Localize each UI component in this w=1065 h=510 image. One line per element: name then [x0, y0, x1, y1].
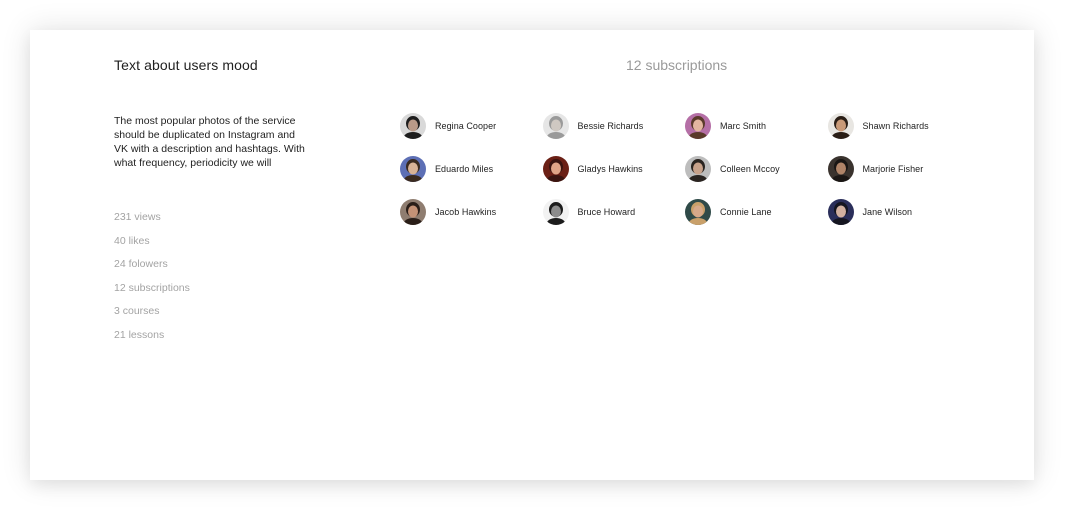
user-name[interactable]: Eduardo Miles [435, 164, 493, 174]
mood-title: Text about users mood [114, 57, 258, 73]
user-item[interactable]: Shawn Richards [827, 113, 971, 139]
user-item[interactable]: Eduardo Miles [400, 156, 543, 182]
avatar-image [827, 156, 854, 182]
user-item[interactable]: Marjorie Fisher [827, 156, 971, 182]
avatar[interactable] [827, 199, 854, 225]
avatar[interactable] [685, 156, 711, 182]
user-name[interactable]: Gladys Hawkins [578, 164, 643, 174]
avatar[interactable] [400, 113, 426, 139]
user-name[interactable]: Bruce Howard [578, 207, 636, 217]
avatar-image [542, 113, 569, 139]
user-name[interactable]: Shawn Richards [863, 121, 929, 131]
user-item[interactable]: Gladys Hawkins [542, 156, 686, 182]
avatar-image [827, 199, 854, 225]
user-item[interactable]: Jane Wilson [827, 199, 971, 225]
avatar-image [542, 156, 569, 182]
avatar[interactable] [827, 156, 854, 182]
subscriptions-title: 12 subscriptions [626, 57, 728, 73]
user-name[interactable]: Marjorie Fisher [863, 164, 924, 174]
user-item[interactable]: Bessie Richards [542, 113, 686, 139]
user-item[interactable]: Jacob Hawkins [400, 199, 543, 225]
user-name[interactable]: Connie Lane [720, 207, 772, 217]
user-item[interactable]: Marc Smith [685, 113, 828, 139]
avatar-image [685, 113, 711, 139]
user-item[interactable]: Regina Cooper [400, 113, 543, 139]
avatar[interactable] [685, 113, 711, 139]
avatar-image [685, 199, 711, 225]
stat-courses: 3 courses [114, 305, 160, 318]
avatar[interactable] [400, 199, 426, 225]
avatar[interactable] [542, 199, 569, 225]
stat-subscriptions: 12 subscriptions [114, 281, 190, 294]
user-name[interactable]: Jacob Hawkins [435, 207, 496, 217]
stat-views: 231 views [114, 211, 161, 223]
subscriptions-grid: Regina Cooper Bessie Richards Marc Smith… [400, 113, 980, 242]
avatar-image [400, 113, 426, 139]
avatar[interactable] [685, 199, 711, 225]
avatar[interactable] [542, 156, 569, 182]
profile-card: Text about users mood 12 subscriptions T… [30, 30, 1034, 480]
stat-lessons: 21 lessons [114, 328, 165, 341]
avatar[interactable] [827, 113, 854, 139]
avatar[interactable] [542, 113, 569, 139]
avatar-image [400, 156, 426, 182]
avatar-image [685, 156, 711, 182]
user-name[interactable]: Marc Smith [720, 121, 766, 131]
avatar[interactable] [400, 156, 426, 182]
user-name[interactable]: Colleen Mccoy [720, 164, 780, 174]
avatar-image [542, 199, 569, 225]
stat-followers: 24 folowers [114, 258, 168, 271]
avatar-image [827, 113, 854, 139]
user-name[interactable]: Jane Wilson [863, 207, 913, 217]
user-name[interactable]: Bessie Richards [578, 121, 644, 131]
user-item[interactable]: Connie Lane [685, 199, 828, 225]
mood-description: The most popular photos of the service s… [114, 115, 305, 169]
stat-likes: 40 likes [114, 234, 150, 247]
avatar-image [400, 199, 426, 225]
user-item[interactable]: Bruce Howard [542, 199, 686, 225]
stats-list: 231 views 40 likes 24 folowers 12 subscr… [114, 210, 190, 352]
user-name[interactable]: Regina Cooper [435, 121, 496, 131]
user-item[interactable]: Colleen Mccoy [685, 156, 828, 182]
